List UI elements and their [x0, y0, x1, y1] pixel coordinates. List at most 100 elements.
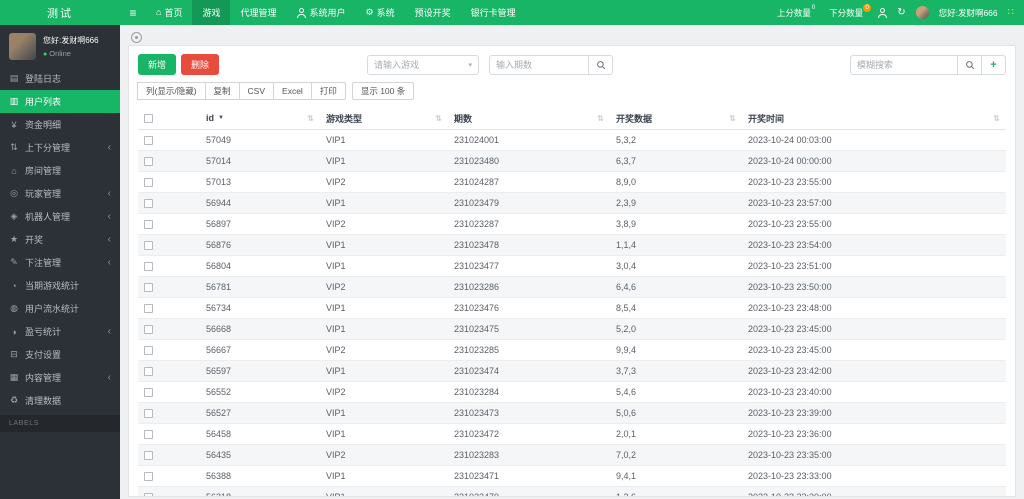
- up-score-link[interactable]: 上分数量0: [777, 5, 819, 19]
- row-checkbox[interactable]: [144, 450, 153, 460]
- down-score-link[interactable]: 下分数量 0: [829, 3, 872, 19]
- row-checkbox[interactable]: [144, 429, 153, 439]
- page-length-button[interactable]: 显示 100 条: [351, 82, 415, 100]
- cell-id: 56458: [200, 423, 320, 445]
- row-checkbox[interactable]: [144, 282, 153, 292]
- sidebar-item[interactable]: ▥ 用户列表: [0, 90, 120, 113]
- sidebar-item[interactable]: ⊟ 支付设置: [0, 343, 120, 366]
- sidebar-item[interactable]: ◔ 当期游戏统计: [0, 274, 120, 297]
- row-checkbox[interactable]: [144, 240, 153, 250]
- table-row[interactable]: 56527 VIP1 231023473 5,0,6 2023-10-23 23…: [138, 402, 1006, 424]
- fuzzy-search-button[interactable]: [958, 54, 982, 75]
- table-row[interactable]: 56734 VIP1 231023476 8,5,4 2023-10-23 23…: [138, 297, 1006, 319]
- sidebar-item[interactable]: ★ 开奖 ‹: [0, 228, 120, 251]
- hamburger-menu-icon[interactable]: ≡: [120, 0, 146, 25]
- row-checkbox[interactable]: [144, 324, 153, 334]
- table-control-button[interactable]: 打印: [310, 82, 346, 100]
- sidebar-item[interactable]: ¥ 资金明细: [0, 113, 120, 136]
- nav-item-bank-cards[interactable]: 银行卡管理: [461, 0, 526, 25]
- row-checkbox[interactable]: [144, 471, 153, 481]
- nav-item-preset-draw[interactable]: 预设开奖: [405, 0, 461, 25]
- sidebar-item[interactable]: ▦ 内容管理 ‹: [0, 366, 120, 389]
- table-row[interactable]: 57013 VIP2 231024287 8,9,0 2023-10-23 23…: [138, 171, 1006, 193]
- row-checkbox[interactable]: [144, 219, 153, 229]
- fuzzy-search-input[interactable]: [850, 54, 958, 75]
- column-header-game-type[interactable]: 游戏类型 ⇅: [320, 108, 448, 130]
- sort-icon[interactable]: ⇅: [597, 114, 604, 123]
- sidebar-item[interactable]: ♻ 清理数据: [0, 389, 120, 412]
- table-control-button[interactable]: 列(显示/隐藏): [137, 82, 206, 100]
- cell-draw-data: 5,0,6: [610, 402, 742, 424]
- table-control-button[interactable]: 复制: [204, 82, 240, 100]
- delete-button[interactable]: 删除: [181, 54, 220, 75]
- sidebar-item[interactable]: ▤ 登陆日志: [0, 67, 120, 90]
- table-row[interactable]: 57014 VIP1 231023480 6,3,7 2023-10-24 00…: [138, 150, 1006, 172]
- sidebar-item[interactable]: ◈ 机器人管理 ‹: [0, 205, 120, 228]
- nav-item-agents[interactable]: 代理管理: [230, 0, 286, 25]
- nav-item-system-users[interactable]: 系统用户: [286, 0, 355, 25]
- refresh-icon[interactable]: ↻: [897, 7, 905, 18]
- table-row[interactable]: 56876 VIP1 231023478 1,1,4 2023-10-23 23…: [138, 234, 1006, 256]
- cell-id: 56897: [200, 213, 320, 235]
- sidebar-item[interactable]: ✎ 下注管理 ‹: [0, 251, 120, 274]
- navbar-avatar[interactable]: [915, 6, 929, 19]
- column-header-id[interactable]: id ▼ ⇅: [200, 108, 320, 130]
- row-checkbox[interactable]: [144, 345, 153, 355]
- table-row[interactable]: 56458 VIP1 231023472 2,0,1 2023-10-23 23…: [138, 423, 1006, 445]
- table-row[interactable]: 56435 VIP2 231023283 7,0,2 2023-10-23 23…: [138, 444, 1006, 466]
- brand-logo[interactable]: 测试: [0, 0, 120, 25]
- panel-collapse-icon[interactable]: [131, 32, 142, 43]
- row-checkbox[interactable]: [144, 408, 153, 418]
- add-button[interactable]: 新增: [138, 54, 177, 75]
- column-header-period[interactable]: 期数 ⇅: [448, 108, 610, 130]
- period-input[interactable]: [489, 54, 590, 75]
- sidebar-item[interactable]: ◍ 用户流水统计: [0, 297, 120, 320]
- column-header-draw-data[interactable]: 开奖数据 ⇅: [610, 108, 742, 130]
- sort-icon[interactable]: ⇅: [729, 114, 736, 123]
- row-checkbox[interactable]: [144, 492, 153, 496]
- row-checkbox[interactable]: [144, 135, 153, 145]
- table-row[interactable]: 56388 VIP1 231023471 9,4,1 2023-10-23 23…: [138, 465, 1006, 487]
- table-row[interactable]: 56318 VIP1 231023470 1,2,6 2023-10-23 23…: [138, 486, 1006, 496]
- game-select[interactable]: 请输入游戏 ▾: [367, 54, 480, 75]
- search-button[interactable]: [589, 54, 614, 75]
- nav-item-home[interactable]: ⌂ 首页: [146, 0, 192, 25]
- sort-icon[interactable]: ⇅: [307, 114, 314, 123]
- sidebar-item-icon: ⌂: [11, 165, 17, 176]
- sort-icon[interactable]: ⇅: [435, 114, 442, 123]
- table-control-button[interactable]: Excel: [273, 82, 312, 100]
- row-checkbox[interactable]: [144, 156, 153, 166]
- row-checkbox[interactable]: [144, 177, 153, 187]
- row-checkbox[interactable]: [144, 261, 153, 271]
- column-header-draw-time[interactable]: 开奖时间 ⇅: [742, 108, 1006, 130]
- row-checkbox[interactable]: [144, 198, 153, 208]
- sidebar-item[interactable]: ◎ 玩家管理 ‹: [0, 182, 120, 205]
- nav-item-system[interactable]: ⚙ 系统: [356, 0, 405, 25]
- sidebar-item[interactable]: ◑ 盈亏统计 ‹: [0, 320, 120, 343]
- table-row[interactable]: 56944 VIP1 231023479 2,3,9 2023-10-23 23…: [138, 192, 1006, 214]
- table-row[interactable]: 56667 VIP2 231023285 9,9,4 2023-10-23 23…: [138, 339, 1006, 361]
- user-icon[interactable]: [877, 7, 888, 18]
- table-row[interactable]: 57049 VIP1 231024001 5,3,2 2023-10-24 00…: [138, 129, 1006, 151]
- table-header-row: id ▼ ⇅ 游戏类型 ⇅ 期数 ⇅ 开奖数据 ⇅ 开奖时间 ⇅: [138, 108, 1006, 130]
- table-row[interactable]: 56781 VIP2 231023286 6,4,6 2023-10-23 23…: [138, 276, 1006, 298]
- nav-item-games[interactable]: 游戏: [192, 0, 231, 25]
- cell-game-type: VIP1: [320, 486, 448, 496]
- table-row[interactable]: 56597 VIP1 231023474 3,7,3 2023-10-23 23…: [138, 360, 1006, 382]
- cell-id: 56876: [200, 234, 320, 256]
- table-control-button[interactable]: CSV: [238, 82, 275, 100]
- navbar-greeting[interactable]: 您好:发财啊666: [939, 7, 998, 19]
- sidebar-item[interactable]: ⌂ 房间管理: [0, 159, 120, 182]
- table-row[interactable]: 56552 VIP2 231023284 5,4,6 2023-10-23 23…: [138, 381, 1006, 403]
- sidebar-item[interactable]: ⇅ 上下分管理 ‹: [0, 136, 120, 159]
- table-row[interactable]: 56897 VIP2 231023287 3,8,9 2023-10-23 23…: [138, 213, 1006, 235]
- add-filter-button[interactable]: +: [982, 54, 1006, 75]
- table-row[interactable]: 56804 VIP1 231023477 3,0,4 2023-10-23 23…: [138, 255, 1006, 277]
- table-row[interactable]: 56668 VIP1 231023475 5,2,0 2023-10-23 23…: [138, 318, 1006, 340]
- settings-dots-icon[interactable]: ∷: [1008, 7, 1014, 18]
- row-checkbox[interactable]: [144, 366, 153, 376]
- row-checkbox[interactable]: [144, 303, 153, 313]
- row-checkbox[interactable]: [144, 387, 153, 397]
- select-all-checkbox[interactable]: [144, 114, 153, 124]
- sort-icon[interactable]: ⇅: [993, 114, 1000, 123]
